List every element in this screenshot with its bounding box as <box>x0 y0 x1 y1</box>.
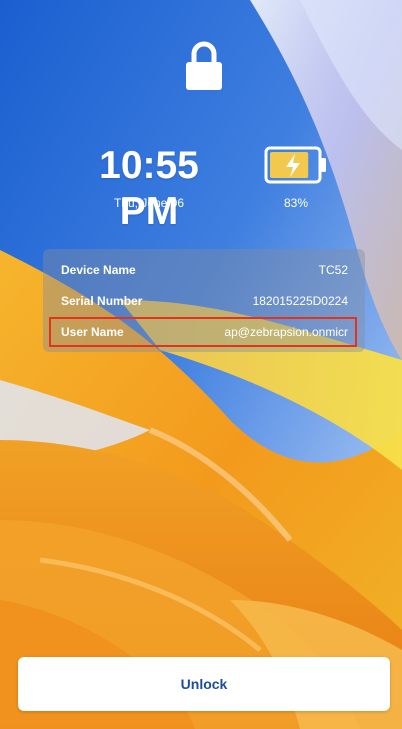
device-name-label: Device Name <box>61 263 136 277</box>
lock-screen: 10:55 PM Thu, June 06 83% Device Name TC… <box>0 0 402 729</box>
device-info-card: Device Name TC52 Serial Number 182015225… <box>43 249 365 352</box>
clock-date: Thu, June 06 <box>113 196 185 210</box>
user-name-label: User Name <box>61 325 124 339</box>
battery-charging-icon <box>264 146 326 184</box>
device-name-value: TC52 <box>318 263 348 277</box>
device-name-row: Device Name TC52 <box>61 260 348 280</box>
serial-number-row: Serial Number 182015225D0224 <box>61 291 348 311</box>
clock-time: 10:55 PM <box>99 144 199 233</box>
user-name-row: User Name ap@zebrapsion.onmicr <box>61 322 348 342</box>
serial-number-value: 182015225D0224 <box>252 294 348 308</box>
serial-number-label: Serial Number <box>61 294 143 308</box>
user-name-value: ap@zebrapsion.onmicr <box>224 325 348 339</box>
unlock-button[interactable]: Unlock <box>18 657 390 711</box>
battery-percent: 83% <box>283 196 309 210</box>
wallpaper <box>0 0 402 729</box>
lock-icon <box>186 41 222 90</box>
